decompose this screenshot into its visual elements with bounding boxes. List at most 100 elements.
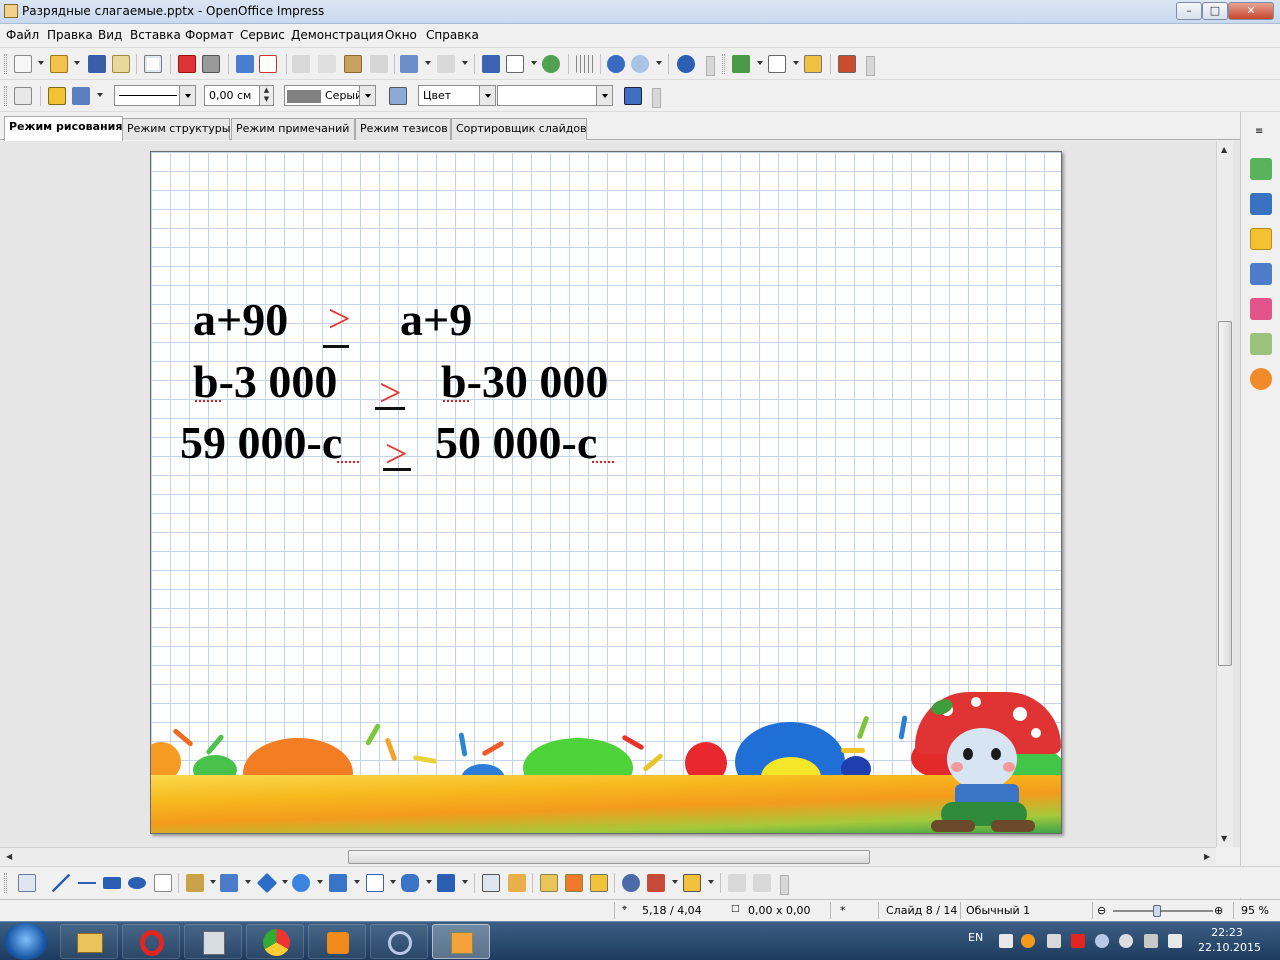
- area-style-select[interactable]: Цвет: [418, 85, 496, 106]
- toggle-3d-icon[interactable]: [753, 874, 771, 892]
- menu-slideshow[interactable]: Демонстрация: [291, 28, 384, 42]
- select-arrow-icon[interactable]: [18, 874, 36, 892]
- slide-transition-icon[interactable]: [1250, 263, 1272, 285]
- taskbar-notepad[interactable]: [184, 924, 242, 959]
- custom-animation-icon[interactable]: [1250, 228, 1272, 250]
- cut-icon[interactable]: [292, 55, 310, 73]
- sidebar-menu-icon[interactable]: ≡: [1255, 126, 1263, 137]
- opera-tray-icon[interactable]: [1071, 934, 1085, 948]
- menu-help[interactable]: Справка: [426, 28, 479, 42]
- flowchart-icon[interactable]: [366, 874, 384, 892]
- help-icon[interactable]: [677, 55, 695, 73]
- ellipse-icon[interactable]: [128, 877, 146, 889]
- fontwork-icon[interactable]: [542, 55, 560, 73]
- open-dropdown-icon[interactable]: [74, 61, 80, 65]
- slide-design-icon[interactable]: [804, 55, 822, 73]
- minimize-button[interactable]: –: [1176, 2, 1202, 20]
- area-fill-bucket-icon[interactable]: [389, 87, 407, 105]
- expression-right-1[interactable]: a+9: [400, 293, 472, 346]
- chevron-down-icon[interactable]: [359, 86, 375, 105]
- maximize-button[interactable]: □: [1202, 2, 1228, 20]
- flowchart-dropdown-icon[interactable]: [390, 880, 396, 884]
- alignment-icon[interactable]: [647, 874, 665, 892]
- zoom-icon[interactable]: [631, 55, 649, 73]
- arrange-dropdown-icon[interactable]: [708, 880, 714, 884]
- connector-icon[interactable]: [220, 874, 238, 892]
- scroll-left-icon[interactable]: ◀: [6, 852, 12, 861]
- taskbar-torrent[interactable]: [370, 924, 428, 959]
- slide-dropdown-icon[interactable]: [757, 61, 763, 65]
- slide-new-icon[interactable]: [732, 55, 750, 73]
- callouts-dropdown-icon[interactable]: [426, 880, 432, 884]
- connector-dropdown-icon[interactable]: [245, 880, 251, 884]
- redo-dropdown-icon[interactable]: [462, 61, 468, 65]
- tab-handout-view[interactable]: Режим тезисов: [355, 118, 451, 140]
- zoom-percent[interactable]: 95 %: [1241, 904, 1269, 917]
- toolbar-grip[interactable]: [4, 54, 7, 74]
- basic-shapes-icon[interactable]: [256, 872, 278, 894]
- print-icon[interactable]: [202, 55, 220, 73]
- zoom-in-icon[interactable]: ⊕: [1214, 904, 1223, 917]
- volume-icon[interactable]: [1047, 934, 1061, 948]
- zoom-slider-knob[interactable]: [1153, 905, 1161, 917]
- stars-icon[interactable]: [437, 874, 455, 892]
- network-icon[interactable]: [1144, 934, 1158, 948]
- menu-file[interactable]: Файл: [6, 28, 39, 42]
- navigator-icon[interactable]: [1250, 368, 1272, 390]
- arrange-icon[interactable]: [683, 874, 701, 892]
- chevron-down-icon[interactable]: [479, 86, 495, 105]
- properties-icon[interactable]: [1250, 158, 1272, 180]
- horizontal-scrollbar[interactable]: ◀ ▶: [0, 847, 1216, 865]
- glue-points-icon[interactable]: [508, 874, 526, 892]
- settings-tray-icon[interactable]: [1119, 934, 1133, 948]
- taskbar-media-player[interactable]: [308, 924, 366, 959]
- toolbar-grip[interactable]: [4, 873, 7, 893]
- comparison-sign-1[interactable]: >: [328, 295, 351, 342]
- line-tool-icon[interactable]: [52, 874, 70, 892]
- toolbar-overflow-button[interactable]: [706, 56, 715, 76]
- tab-notes-view[interactable]: Режим примечаний: [231, 118, 355, 140]
- signal-icon[interactable]: [1168, 934, 1182, 948]
- fontwork-gallery-icon[interactable]: [540, 874, 558, 892]
- expression-left-3[interactable]: 59 000-c: [180, 416, 342, 469]
- rectangle-icon[interactable]: [103, 877, 121, 889]
- zoom-dropdown-icon[interactable]: [656, 61, 662, 65]
- line-icon[interactable]: [48, 87, 66, 105]
- export-pdf-icon[interactable]: [178, 55, 196, 73]
- menu-format[interactable]: Формат: [185, 28, 234, 42]
- menu-edit[interactable]: Правка: [47, 28, 93, 42]
- taskbar-clock[interactable]: 22:23 22.10.2015: [1198, 925, 1261, 955]
- slide-canvas[interactable]: a+90 > a+9 b-3 000 > b-30 000 59 000-c >…: [150, 151, 1062, 834]
- close-button[interactable]: ✕: [1228, 2, 1274, 20]
- expression-left-1[interactable]: a+90: [193, 293, 288, 346]
- impress-app-icon[interactable]: [4, 4, 18, 18]
- line-style-select[interactable]: [114, 85, 196, 106]
- curve-dropdown-icon[interactable]: [210, 880, 216, 884]
- chevron-down-icon[interactable]: [179, 86, 195, 105]
- taskbar-impress[interactable]: [432, 924, 490, 959]
- flag-icon[interactable]: [999, 934, 1013, 948]
- slide-layout-icon[interactable]: [768, 55, 786, 73]
- undo-icon[interactable]: [400, 55, 418, 73]
- torrent-tray-icon[interactable]: [1095, 934, 1109, 948]
- taskbar-opera[interactable]: [122, 924, 180, 959]
- expression-right-3[interactable]: 50 000-c: [435, 416, 597, 469]
- new-icon[interactable]: [14, 55, 32, 73]
- zoom-slider-track[interactable]: [1113, 910, 1213, 912]
- rotate-icon[interactable]: [622, 874, 640, 892]
- slideshow-icon[interactable]: [838, 55, 856, 73]
- autospell-icon[interactable]: [259, 55, 277, 73]
- toolbar-overflow-button-3[interactable]: [652, 88, 661, 108]
- taskbar-chrome[interactable]: [246, 924, 304, 959]
- symbol-shapes-dropdown-icon[interactable]: [317, 880, 323, 884]
- styles-formatting-icon[interactable]: [14, 87, 32, 105]
- arrow-style-dropdown-icon[interactable]: [97, 93, 103, 97]
- chart-icon[interactable]: [482, 55, 500, 73]
- vertical-scrollbar[interactable]: ▲ ▼: [1216, 141, 1233, 847]
- toolbar-grip[interactable]: [4, 86, 7, 106]
- basic-shapes-dropdown-icon[interactable]: [282, 880, 288, 884]
- menu-insert[interactable]: Вставка: [130, 28, 181, 42]
- navigator-icon[interactable]: [607, 55, 625, 73]
- stars-dropdown-icon[interactable]: [462, 880, 468, 884]
- save-icon[interactable]: [88, 55, 106, 73]
